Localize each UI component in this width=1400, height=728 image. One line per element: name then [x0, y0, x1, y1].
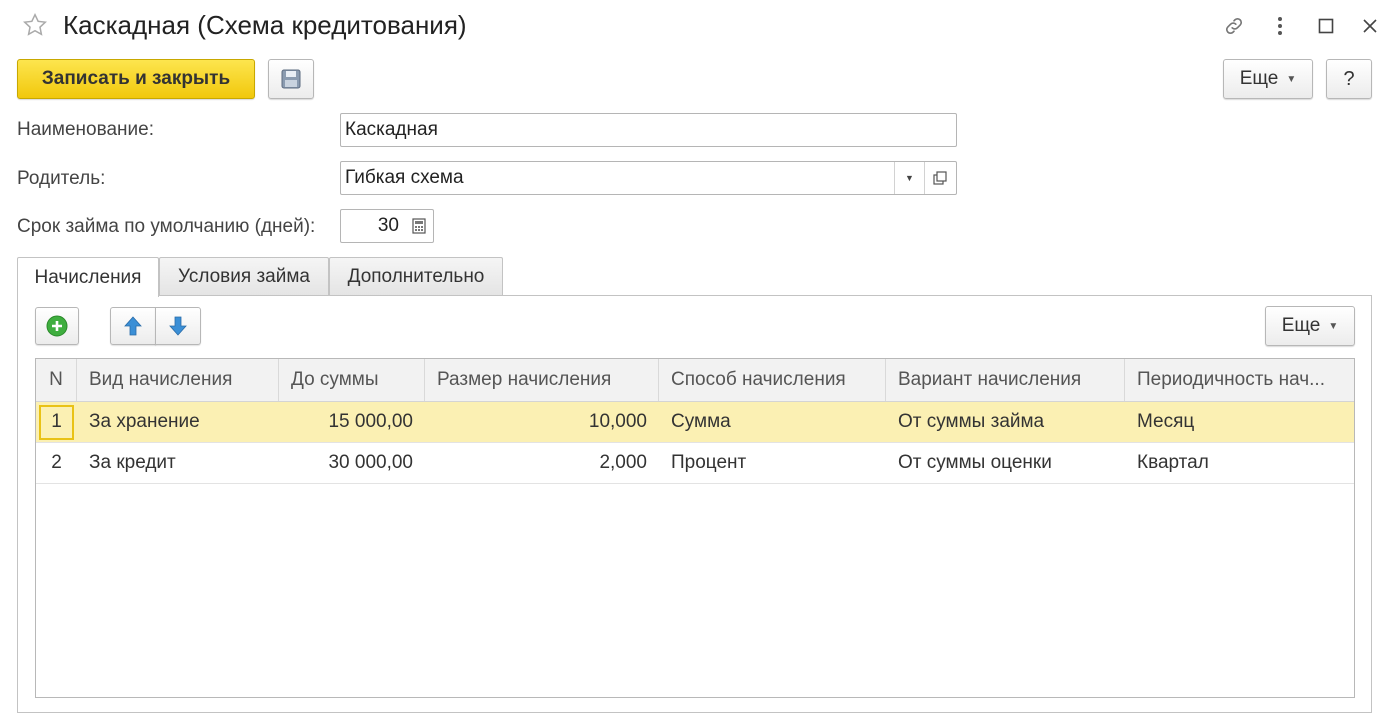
column-header-method[interactable]: Способ начисления [659, 359, 886, 401]
move-up-button[interactable] [110, 307, 156, 345]
save-and-close-button[interactable]: Записать и закрыть [17, 59, 255, 99]
tab-additional[interactable]: Дополнительно [329, 257, 503, 296]
arrow-down-icon [169, 316, 187, 336]
name-value: Каскадная [345, 119, 438, 140]
name-label: Наименование: [17, 119, 154, 140]
tab-label: Дополнительно [347, 266, 485, 287]
column-header-variant[interactable]: Вариант начисления [886, 359, 1125, 401]
open-button[interactable] [924, 162, 954, 194]
term-value: 30 [377, 215, 399, 236]
window-title: Каскадная (Схема кредитования) [63, 10, 467, 40]
caret-down-icon: ▼ [1286, 73, 1297, 85]
more-button[interactable]: Еще ▼ [1223, 59, 1313, 99]
calculator-icon [412, 218, 426, 234]
term-label: Срок займа по умолчанию (дней): [17, 216, 316, 237]
more-label: Еще [1281, 315, 1321, 336]
parent-value: Гибкая схема [345, 167, 464, 188]
help-button[interactable]: ? [1326, 59, 1372, 99]
plus-circle-icon [46, 315, 68, 337]
link-icon[interactable] [1220, 12, 1248, 40]
cell-period: Месяц [1137, 411, 1195, 432]
table-row[interactable]: 1 За хранение 15 000,00 10,000 Сумма От … [36, 402, 1354, 443]
close-icon[interactable] [1356, 12, 1384, 40]
cell-n: 1 [51, 411, 62, 432]
save-button[interactable] [268, 59, 314, 99]
cell-period: Квартал [1137, 452, 1209, 473]
cell-method: Сумма [671, 411, 731, 432]
accruals-table: N Вид начисления До суммы Размер начисле… [35, 358, 1355, 698]
tab-label: Условия займа [178, 266, 310, 287]
arrow-up-icon [124, 316, 142, 336]
cell-size: 2,000 [599, 452, 647, 473]
maximize-icon[interactable] [1312, 12, 1340, 40]
more-label: Еще [1239, 68, 1279, 89]
column-header-to-sum[interactable]: До суммы [279, 359, 425, 401]
cell-to-sum: 30 000,00 [328, 452, 413, 473]
cell-to-sum: 15 000,00 [328, 411, 413, 432]
column-header-period[interactable]: Периодичность нач... [1125, 359, 1354, 401]
floppy-disk-icon [281, 69, 301, 89]
cell-size: 10,000 [588, 411, 647, 432]
column-header-size[interactable]: Размер начисления [425, 359, 659, 401]
cell-kind: За кредит [89, 452, 176, 473]
caret-down-icon: ▼ [905, 173, 914, 183]
table-more-button[interactable]: Еще ▼ [1265, 306, 1355, 346]
table-row[interactable]: 2 За кредит 30 000,00 2,000 Процент От с… [36, 443, 1354, 484]
tab-accruals[interactable]: Начисления [17, 257, 159, 297]
cell-variant: От суммы оценки [898, 452, 1052, 473]
more-vertical-icon[interactable] [1266, 12, 1294, 40]
cell-kind: За хранение [89, 411, 200, 432]
dropdown-button[interactable]: ▼ [894, 162, 924, 194]
column-header-n[interactable]: N [36, 359, 77, 401]
add-row-button[interactable] [35, 307, 79, 345]
cell-variant: От суммы займа [898, 411, 1045, 432]
term-field[interactable]: 30 [340, 209, 434, 243]
open-link-icon [932, 171, 947, 185]
table-header: N Вид начисления До суммы Размер начисле… [36, 359, 1354, 402]
caret-down-icon: ▼ [1328, 320, 1339, 332]
cell-method: Процент [671, 452, 747, 473]
tab-loan-terms[interactable]: Условия займа [159, 257, 329, 296]
name-field[interactable]: Каскадная [340, 113, 957, 147]
cell-n: 2 [51, 452, 62, 473]
calculator-button[interactable] [404, 210, 434, 242]
move-down-button[interactable] [155, 307, 201, 345]
tab-label: Начисления [34, 266, 142, 288]
column-header-kind[interactable]: Вид начисления [77, 359, 279, 401]
parent-label: Родитель: [17, 168, 106, 189]
parent-field[interactable]: Гибкая схема ▼ [340, 161, 957, 195]
star-icon[interactable] [22, 12, 48, 38]
